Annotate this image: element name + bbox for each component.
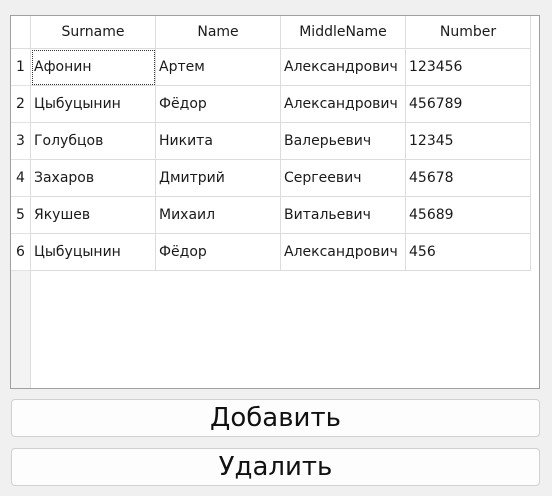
row-header[interactable]: 4 <box>11 160 31 197</box>
row-header[interactable]: 2 <box>11 86 31 123</box>
table-cell[interactable]: Валерьевич <box>281 123 406 160</box>
data-table[interactable]: Surname Name MiddleName Number 1 2 3 4 5… <box>10 15 540 389</box>
table-cell[interactable]: Цыбуцынин <box>31 86 156 123</box>
table-cell[interactable]: Михаил <box>156 197 281 234</box>
column-header-number[interactable]: Number <box>406 16 531 49</box>
table-corner-button[interactable] <box>11 16 31 49</box>
table-cell[interactable]: 45689 <box>406 197 531 234</box>
table-cell[interactable]: Александрович <box>281 234 406 271</box>
table-cell[interactable]: Афонин <box>31 49 156 86</box>
table-cell[interactable]: Фёдор <box>156 86 281 123</box>
row-header[interactable]: 1 <box>11 49 31 86</box>
table-cell[interactable]: 456789 <box>406 86 531 123</box>
table-cell[interactable]: Цыбуцынин <box>31 234 156 271</box>
table-cell[interactable]: Якушев <box>31 197 156 234</box>
table-cell[interactable]: Голубцов <box>31 123 156 160</box>
table-cell[interactable]: Александрович <box>281 86 406 123</box>
add-button[interactable]: Добавить <box>11 399 540 437</box>
column-header-middlename[interactable]: MiddleName <box>281 16 406 49</box>
table-cell[interactable]: Фёдор <box>156 234 281 271</box>
table-cell[interactable]: Артем <box>156 49 281 86</box>
table-cell[interactable]: 45678 <box>406 160 531 197</box>
table-cell[interactable]: Сергеевич <box>281 160 406 197</box>
table-cell[interactable]: Витальевич <box>281 197 406 234</box>
row-header[interactable]: 3 <box>11 123 31 160</box>
row-header[interactable]: 6 <box>11 234 31 271</box>
table-cell[interactable]: 12345 <box>406 123 531 160</box>
table-cell[interactable]: Александрович <box>281 49 406 86</box>
table-cell[interactable]: Дмитрий <box>156 160 281 197</box>
column-header-surname[interactable]: Surname <box>31 16 156 49</box>
delete-button[interactable]: Удалить <box>11 448 540 486</box>
table-cell[interactable]: 456 <box>406 234 531 271</box>
table-cell[interactable]: Никита <box>156 123 281 160</box>
table-cell[interactable]: Захаров <box>31 160 156 197</box>
table-cell[interactable]: 123456 <box>406 49 531 86</box>
row-header[interactable]: 5 <box>11 197 31 234</box>
column-header-name[interactable]: Name <box>156 16 281 49</box>
